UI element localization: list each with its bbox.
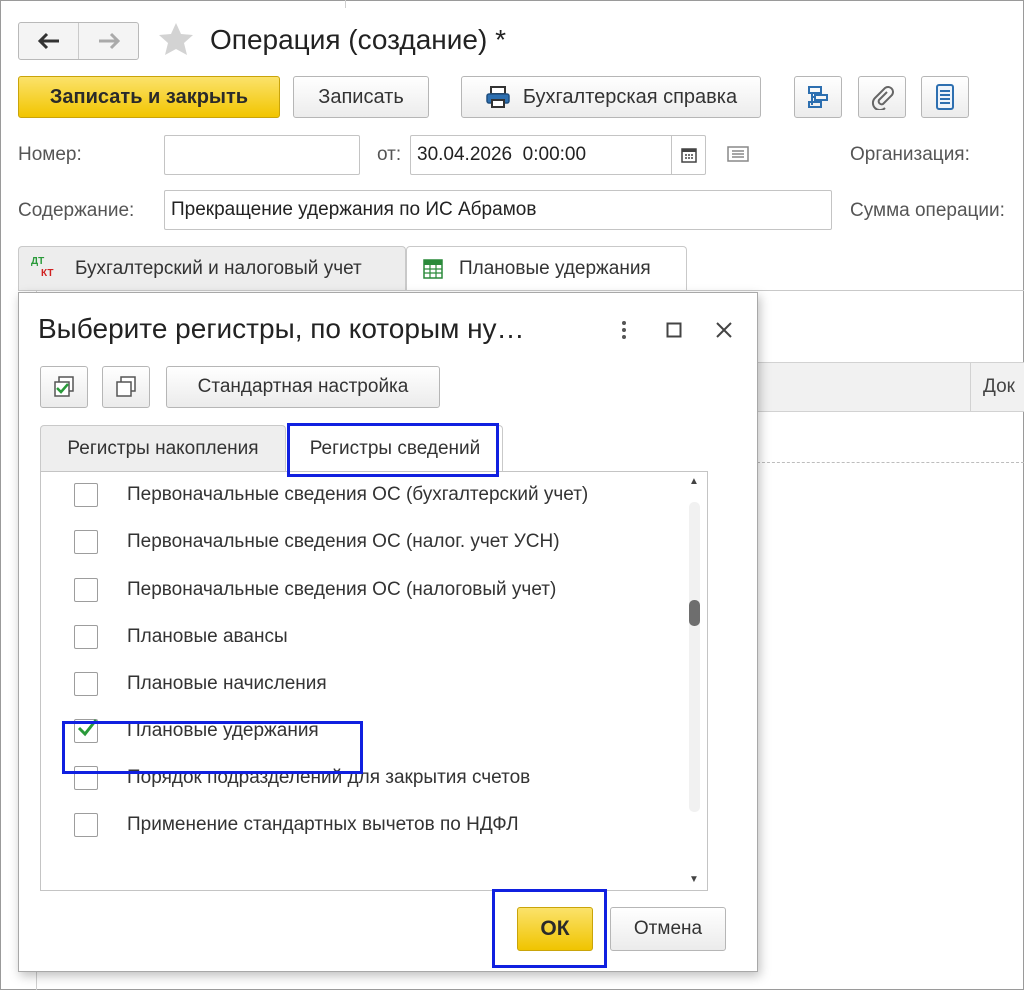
- checkmark-icon: [77, 719, 98, 737]
- content-field[interactable]: Прекращение удержания по ИС Абрамов: [164, 190, 832, 230]
- structure-button[interactable]: [794, 76, 842, 118]
- tab-accumulation-registers[interactable]: Регистры накопления: [40, 425, 286, 471]
- back-button[interactable]: [19, 23, 78, 59]
- check-all-icon: [54, 376, 74, 397]
- date-value: 30.04.2026 0:00:00: [417, 144, 587, 165]
- list-button[interactable]: [921, 76, 969, 118]
- uncheck-all-button[interactable]: [102, 366, 150, 408]
- table-row-separator: [757, 462, 1024, 463]
- accounting-report-label: Бухгалтерская справка: [522, 85, 738, 108]
- window-divider: [345, 0, 346, 8]
- check-all-button[interactable]: [40, 366, 88, 408]
- scroll-down-icon[interactable]: ▼: [689, 874, 699, 885]
- list-item[interactable]: Первоначальные сведения ОС (налог. учет …: [41, 520, 671, 564]
- list-item-label: Порядок подразделений для закрытия счето…: [127, 767, 531, 788]
- list-item[interactable]: Первоначальные сведения ОС (налоговый уч…: [41, 568, 671, 612]
- operation-sum-label: Сумма операции:: [850, 200, 1005, 221]
- close-icon[interactable]: [709, 315, 739, 345]
- navigation-group: [18, 22, 139, 60]
- tab-planned-deductions-label: Плановые удержания: [459, 258, 651, 279]
- tab-accounting[interactable]: ДТ КТ Бухгалтерский и налоговый учет: [18, 246, 406, 291]
- registers-list: Первоначальные сведения ОС (бухгалтерски…: [40, 471, 708, 891]
- list-item[interactable]: Порядок подразделений для закрытия счето…: [41, 756, 671, 800]
- list-item[interactable]: Плановые авансы: [41, 615, 671, 659]
- list-item-label: Первоначальные сведения ОС (налог. учет …: [127, 531, 560, 552]
- structure-icon: [808, 86, 828, 108]
- table-header: Док: [757, 362, 1024, 412]
- forward-button[interactable]: [78, 23, 138, 59]
- ok-button[interactable]: ОК: [517, 907, 593, 951]
- checkbox[interactable]: [74, 672, 98, 696]
- save-button[interactable]: Записать: [293, 76, 429, 118]
- content-label: Содержание:: [18, 200, 135, 221]
- checkbox[interactable]: [74, 813, 98, 837]
- list-item-label: Первоначальные сведения ОС (бухгалтерски…: [127, 484, 589, 505]
- vertical-scrollbar[interactable]: ▲ ▼: [685, 472, 703, 890]
- page-title: Операция (создание) *: [210, 24, 506, 55]
- checkbox[interactable]: [74, 483, 98, 507]
- list-item[interactable]: Применение стандартных вычетов по НДФЛ: [41, 803, 671, 847]
- more-menu-icon[interactable]: [609, 315, 639, 345]
- comment-icon[interactable]: [727, 145, 749, 168]
- tabs-underline: [18, 290, 1024, 291]
- checkbox[interactable]: [74, 625, 98, 649]
- accounting-report-button[interactable]: Бухгалтерская справка: [461, 76, 761, 118]
- dialog-title: Выберите регистры, по которым ну…: [38, 313, 525, 344]
- arrow-right-icon: [98, 32, 120, 50]
- scroll-up-icon[interactable]: ▲: [689, 476, 699, 487]
- list-icon: [936, 84, 954, 110]
- tab-accounting-label: Бухгалтерский и налоговый учет: [75, 258, 362, 279]
- tab-information-registers[interactable]: Регистры сведений: [287, 425, 503, 471]
- paperclip-icon: [871, 86, 894, 110]
- column-header-doc[interactable]: Док: [983, 376, 1015, 398]
- debit-credit-icon: ДТ КТ: [31, 254, 61, 284]
- checkbox[interactable]: [74, 530, 98, 554]
- standard-settings-button[interactable]: Стандартная настройка: [166, 366, 440, 408]
- number-field[interactable]: [164, 135, 360, 175]
- uncheck-all-icon: [116, 376, 136, 397]
- list-item-label: Плановые удержания: [127, 720, 319, 741]
- list-item[interactable]: Первоначальные сведения ОС (бухгалтерски…: [41, 473, 671, 517]
- list-item-label: Плановые начисления: [127, 673, 327, 694]
- checkbox-checked[interactable]: [74, 719, 98, 743]
- scroll-track[interactable]: [689, 502, 700, 812]
- list-item-label: Применение стандартных вычетов по НДФЛ: [127, 814, 519, 835]
- date-from-label: от:: [377, 144, 402, 165]
- debit-mark: ДТ: [31, 256, 45, 267]
- organization-label: Организация:: [850, 144, 970, 165]
- save-and-close-button[interactable]: Записать и закрыть: [18, 76, 280, 118]
- scroll-thumb[interactable]: [689, 600, 700, 626]
- arrow-left-icon: [37, 32, 59, 50]
- table-icon: [423, 259, 443, 279]
- list-item[interactable]: Плановые начисления: [41, 662, 671, 706]
- list-item-label: Плановые авансы: [127, 626, 288, 647]
- column-separator: [970, 363, 971, 411]
- checkbox[interactable]: [74, 578, 98, 602]
- list-item-label: Первоначальные сведения ОС (налоговый уч…: [127, 579, 557, 600]
- cancel-button[interactable]: Отмена: [610, 907, 726, 951]
- select-registers-dialog: Выберите регистры, по которым ну… Станда…: [18, 292, 758, 972]
- list-item[interactable]: Плановые удержания: [41, 709, 671, 753]
- checkbox[interactable]: [74, 766, 98, 790]
- number-label: Номер:: [18, 144, 82, 165]
- tab-planned-deductions[interactable]: Плановые удержания: [406, 246, 687, 291]
- date-field[interactable]: 30.04.2026 0:00:00: [410, 135, 706, 175]
- favorite-star-icon[interactable]: [156, 20, 196, 60]
- attachments-button[interactable]: [858, 76, 906, 118]
- maximize-icon[interactable]: [659, 315, 689, 345]
- credit-mark: КТ: [41, 268, 54, 279]
- calendar-icon[interactable]: [671, 136, 705, 174]
- printer-icon: [485, 85, 511, 109]
